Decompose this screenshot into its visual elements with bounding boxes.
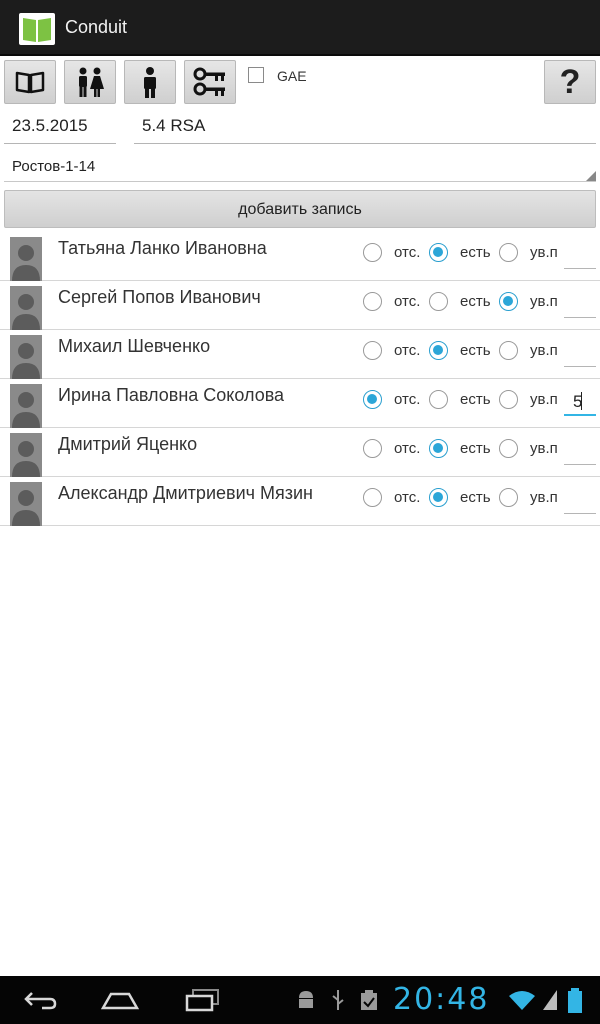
absent-label: отс. [394, 342, 421, 359]
help-button[interactable]: ? [544, 60, 596, 104]
back-icon[interactable] [22, 988, 58, 1017]
student-name: Дмитрий Яценко [58, 434, 198, 454]
keys-button[interactable] [184, 60, 236, 104]
gae-label: GAE [277, 68, 307, 84]
present-label: есть [460, 440, 491, 457]
date-field[interactable]: 23.5.2015 [4, 116, 116, 144]
absent-radio[interactable] [363, 439, 382, 458]
subjects-button[interactable] [4, 60, 56, 104]
students-button[interactable] [64, 60, 116, 104]
book-icon [15, 70, 45, 94]
gae-checkbox[interactable] [248, 67, 264, 83]
excused-radio[interactable] [499, 488, 518, 507]
help-icon: ? [559, 63, 581, 101]
avatar-icon [10, 237, 42, 281]
grade-input[interactable] [564, 238, 596, 269]
system-nav-bar: 20:48 [0, 976, 600, 1024]
grade-input[interactable] [564, 483, 596, 514]
present-radio[interactable] [429, 243, 448, 262]
keys-icon [193, 66, 227, 98]
student-row: Александр Дмитриевич Мязин отс. есть ув.п [0, 477, 600, 526]
excused-label: ув.п [530, 342, 558, 359]
present-radio[interactable] [429, 341, 448, 360]
student-name: Сергей Попов Иванович [58, 287, 261, 307]
present-label: есть [460, 293, 491, 310]
group-select-value: Ростов-1-14 [12, 158, 96, 175]
absent-radio[interactable] [363, 390, 382, 409]
people-icon [73, 65, 107, 99]
student-name: Михаил Шевченко [58, 336, 211, 356]
excused-label: ув.п [530, 244, 558, 261]
present-radio[interactable] [429, 292, 448, 311]
text-cursor [581, 392, 582, 410]
absent-label: отс. [394, 489, 421, 506]
present-label: есть [460, 489, 491, 506]
avatar-icon [10, 286, 42, 330]
wifi-icon [508, 988, 536, 1017]
group-select[interactable]: Ростов-1-14 [4, 154, 596, 182]
present-radio[interactable] [429, 390, 448, 409]
dropdown-triangle-icon [586, 171, 596, 181]
excused-radio[interactable] [499, 439, 518, 458]
student-name: Татьяна Ланко Ивановна [58, 238, 267, 258]
person-icon [139, 65, 161, 99]
usb-icon [330, 988, 346, 1017]
avatar-icon [10, 335, 42, 379]
avatar-icon [10, 482, 42, 526]
excused-label: ув.п [530, 293, 558, 310]
excused-radio[interactable] [499, 243, 518, 262]
grade-input[interactable] [564, 336, 596, 367]
clock: 20:48 [393, 982, 490, 1017]
excused-label: ув.п [530, 489, 558, 506]
class-field[interactable]: 5.4 RSA [134, 116, 596, 144]
absent-radio[interactable] [363, 488, 382, 507]
student-row: Татьяна Ланко Ивановна отс. есть ув.п [0, 232, 600, 281]
absent-label: отс. [394, 440, 421, 457]
absent-label: отс. [394, 244, 421, 261]
excused-label: ув.п [530, 391, 558, 408]
student-row: Сергей Попов Иванович отс. есть ув.п [0, 281, 600, 330]
student-name: Александр Дмитриевич Мязин [58, 483, 313, 503]
android-debug-icon [296, 988, 316, 1017]
present-label: есть [460, 244, 491, 261]
absent-radio[interactable] [363, 292, 382, 311]
present-radio[interactable] [429, 488, 448, 507]
student-list: Татьяна Ланко Ивановна отс. есть ув.п Сергей… [0, 232, 600, 526]
recent-apps-icon[interactable] [184, 988, 220, 1017]
absent-label: отс. [394, 293, 421, 310]
excused-label: ув.п [530, 440, 558, 457]
grade-input[interactable] [564, 287, 596, 318]
avatar-icon [10, 384, 42, 428]
home-icon[interactable] [100, 988, 140, 1017]
present-label: есть [460, 342, 491, 359]
grade-input[interactable]: 5 [564, 385, 596, 416]
excused-radio[interactable] [499, 341, 518, 360]
no-signal-icon [542, 988, 558, 1017]
present-radio[interactable] [429, 439, 448, 458]
student-row: Ирина Павловна Соколова отс. есть ув.п 5 [0, 379, 600, 428]
absent-radio[interactable] [363, 243, 382, 262]
present-label: есть [460, 391, 491, 408]
app-logo-icon [18, 11, 56, 47]
avatar-icon [10, 433, 42, 477]
battery-icon [566, 988, 584, 1019]
student-row: Дмитрий Яценко отс. есть ув.п [0, 428, 600, 477]
excused-radio[interactable] [499, 390, 518, 409]
app-title: Conduit [65, 17, 128, 37]
student-name: Ирина Павловна Соколова [58, 385, 285, 405]
absent-radio[interactable] [363, 341, 382, 360]
student-row: Михаил Шевченко отс. есть ув.п [0, 330, 600, 379]
add-record-button[interactable]: добавить запись [4, 190, 596, 228]
clipboard-icon [359, 988, 379, 1017]
action-bar: Conduit [0, 0, 600, 56]
student-button[interactable] [124, 60, 176, 104]
excused-radio[interactable] [499, 292, 518, 311]
absent-label: отс. [394, 391, 421, 408]
grade-input[interactable] [564, 434, 596, 465]
